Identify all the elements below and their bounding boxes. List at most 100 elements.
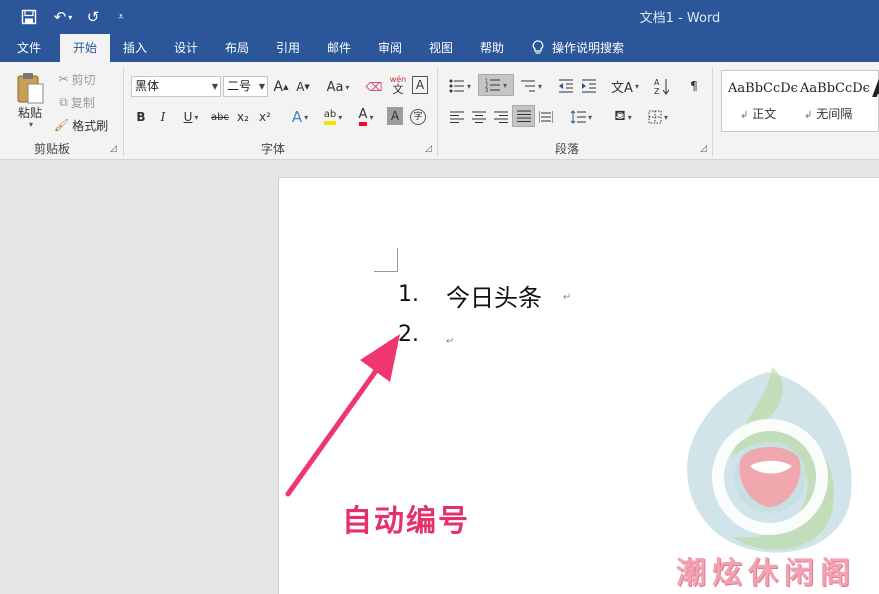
align-center-icon[interactable] bbox=[469, 106, 489, 128]
lightbulb-icon bbox=[532, 40, 544, 54]
group-divider bbox=[437, 68, 438, 156]
styles-gallery: AaBbCcDє ↲ 正文 AaBbCcDє ↲ 无间隔 A bbox=[721, 70, 879, 132]
paragraph-mark: ↵ bbox=[563, 292, 572, 303]
svg-text:A: A bbox=[654, 78, 660, 87]
list-number-1: 1. bbox=[398, 282, 419, 307]
bullets-button[interactable]: ▾ bbox=[446, 75, 474, 97]
borders-icon bbox=[648, 110, 662, 124]
cut-button[interactable]: ✂ 剪切 bbox=[52, 68, 102, 90]
strikethrough-button[interactable]: abc bbox=[209, 106, 231, 128]
scissors-icon: ✂ bbox=[58, 72, 69, 86]
chinese-layout-button[interactable]: 文A ▾ bbox=[610, 75, 640, 97]
tab-view[interactable]: 视图 bbox=[419, 34, 463, 62]
show-hide-marks-icon[interactable]: ¶ bbox=[685, 75, 703, 97]
align-right-icon[interactable] bbox=[491, 106, 511, 128]
justify-icon[interactable] bbox=[512, 105, 535, 127]
numbering-button[interactable]: 1 2 3 ▾ bbox=[478, 74, 514, 96]
watermark-logo bbox=[687, 367, 852, 553]
style-heading-partial[interactable]: A bbox=[872, 75, 879, 103]
tab-mailings[interactable]: 邮件 bbox=[317, 34, 361, 62]
numbered-list-icon: 123 bbox=[485, 79, 500, 92]
save-icon[interactable] bbox=[18, 6, 40, 28]
undo-glyph: ↶ bbox=[53, 8, 67, 26]
tab-design[interactable]: 设计 bbox=[164, 34, 208, 62]
font-size-value: 二号 bbox=[227, 79, 252, 93]
tab-layout[interactable]: 布局 bbox=[215, 34, 259, 62]
clipboard-icon bbox=[17, 73, 44, 104]
list-item-text-1[interactable]: 今日头条 bbox=[446, 278, 542, 313]
tab-references[interactable]: 引用 bbox=[266, 34, 310, 62]
superscript-button[interactable]: x² bbox=[256, 106, 274, 128]
clipboard-launcher-icon[interactable]: ◿ bbox=[110, 144, 117, 154]
margin-corner-mark bbox=[374, 248, 398, 272]
annotation-arrow bbox=[285, 334, 400, 497]
format-painter-button[interactable]: 🖌 格式刷 bbox=[52, 114, 110, 136]
cut-label: 剪切 bbox=[71, 72, 96, 87]
borders-button[interactable]: ▾ bbox=[643, 106, 673, 128]
bullet-list-icon bbox=[449, 79, 464, 93]
paste-dropdown-icon[interactable]: ▾ bbox=[22, 118, 38, 130]
font-launcher-icon[interactable]: ◿ bbox=[425, 144, 432, 154]
font-size-dropdown-icon[interactable]: ▼ bbox=[259, 77, 265, 96]
paint-bucket-icon: ⛾ bbox=[614, 108, 626, 124]
window-title: 文档1 - Word bbox=[639, 11, 721, 26]
watermark-text: 潮炫休闲阁 bbox=[676, 556, 856, 591]
paragraph-launcher-icon[interactable]: ◿ bbox=[700, 144, 707, 154]
font-name-combo[interactable]: 黑体 ▼ bbox=[131, 76, 221, 97]
subscript-button[interactable]: x₂ bbox=[234, 106, 252, 128]
paste-button[interactable] bbox=[12, 68, 48, 108]
enclose-characters-button[interactable]: 字 bbox=[408, 106, 428, 128]
sort-icon[interactable]: AZ bbox=[652, 75, 672, 97]
phonetic-guide-button[interactable]: wén 文 bbox=[387, 74, 409, 96]
style-name: ↲ 正文 bbox=[740, 107, 777, 121]
tab-home[interactable]: 开始 bbox=[60, 34, 110, 62]
tab-review[interactable]: 审阅 bbox=[368, 34, 412, 62]
italic-button[interactable]: I bbox=[155, 106, 171, 128]
undo-dropdown-icon[interactable]: ▾ bbox=[68, 13, 72, 22]
text-effects-button[interactable]: A ▾ bbox=[286, 106, 314, 128]
clear-formatting-icon[interactable]: ⌫ bbox=[364, 76, 384, 98]
style-sample: AaBbCcDє bbox=[728, 81, 798, 96]
underline-icon: U bbox=[183, 110, 193, 124]
clipboard-group-label: 剪贴板 bbox=[34, 142, 71, 156]
shrink-font-icon: A bbox=[296, 80, 305, 94]
line-spacing-icon bbox=[570, 110, 586, 124]
bold-button[interactable]: B bbox=[133, 106, 149, 128]
underline-button[interactable]: U ▾ bbox=[177, 106, 205, 128]
highlight-icon: ab bbox=[323, 109, 337, 125]
group-divider bbox=[123, 68, 124, 156]
undo-icon[interactable]: ↶ ▾ bbox=[50, 6, 76, 28]
grow-font-button[interactable]: A ▲ bbox=[272, 76, 290, 98]
ribbon-tabs: 文件 开始 插入 设计 布局 引用 邮件 审阅 视图 帮助 操作说明搜索 bbox=[0, 34, 879, 62]
tab-help[interactable]: 帮助 bbox=[470, 34, 514, 62]
group-divider bbox=[712, 68, 713, 156]
shading-button[interactable]: ⛾ ▾ bbox=[608, 106, 638, 128]
change-case-button[interactable]: Aa ▾ bbox=[322, 76, 354, 98]
font-color-button[interactable]: A ▾ bbox=[351, 106, 381, 128]
character-shading-button[interactable]: A bbox=[387, 107, 403, 125]
align-left-icon[interactable] bbox=[447, 106, 467, 128]
font-name-dropdown-icon[interactable]: ▼ bbox=[212, 77, 218, 96]
tell-me-search[interactable]: 操作说明搜索 bbox=[532, 34, 624, 62]
distributed-icon[interactable] bbox=[536, 106, 556, 128]
font-group-label: 字体 bbox=[261, 142, 286, 156]
multilevel-list-button[interactable]: ▾ bbox=[517, 75, 545, 97]
paintbrush-icon: 🖌 bbox=[53, 118, 70, 132]
highlight-button[interactable]: ab ▾ bbox=[318, 106, 348, 128]
shrink-font-button[interactable]: A ▼ bbox=[294, 76, 312, 98]
customize-qat-icon[interactable]: ⩡ bbox=[112, 6, 130, 28]
copy-icon: ⧉ bbox=[59, 94, 68, 109]
repeat-icon[interactable]: ↺ bbox=[82, 6, 104, 28]
ribbon-home: 粘贴 ▾ ✂ 剪切 ⧉ 复制 🖌 格式刷 剪贴板 ◿ 黑体 ▼ 二号 ▼ A ▲ A ▼ Aa… bbox=[0, 62, 879, 160]
decrease-indent-icon[interactable] bbox=[556, 75, 576, 97]
increase-indent-icon[interactable] bbox=[579, 75, 599, 97]
multilevel-list-icon bbox=[520, 80, 535, 92]
tab-file[interactable]: 文件 bbox=[6, 34, 52, 62]
character-border-button[interactable]: A bbox=[412, 76, 428, 94]
style-sample: AaBbCcDє bbox=[800, 81, 870, 96]
tab-insert[interactable]: 插入 bbox=[113, 34, 157, 62]
copy-button[interactable]: ⧉ 复制 bbox=[52, 91, 102, 113]
paragraph-group-label: 段落 bbox=[555, 142, 580, 156]
font-size-combo[interactable]: 二号 ▼ bbox=[223, 76, 268, 97]
line-spacing-button[interactable]: ▾ bbox=[566, 106, 596, 128]
